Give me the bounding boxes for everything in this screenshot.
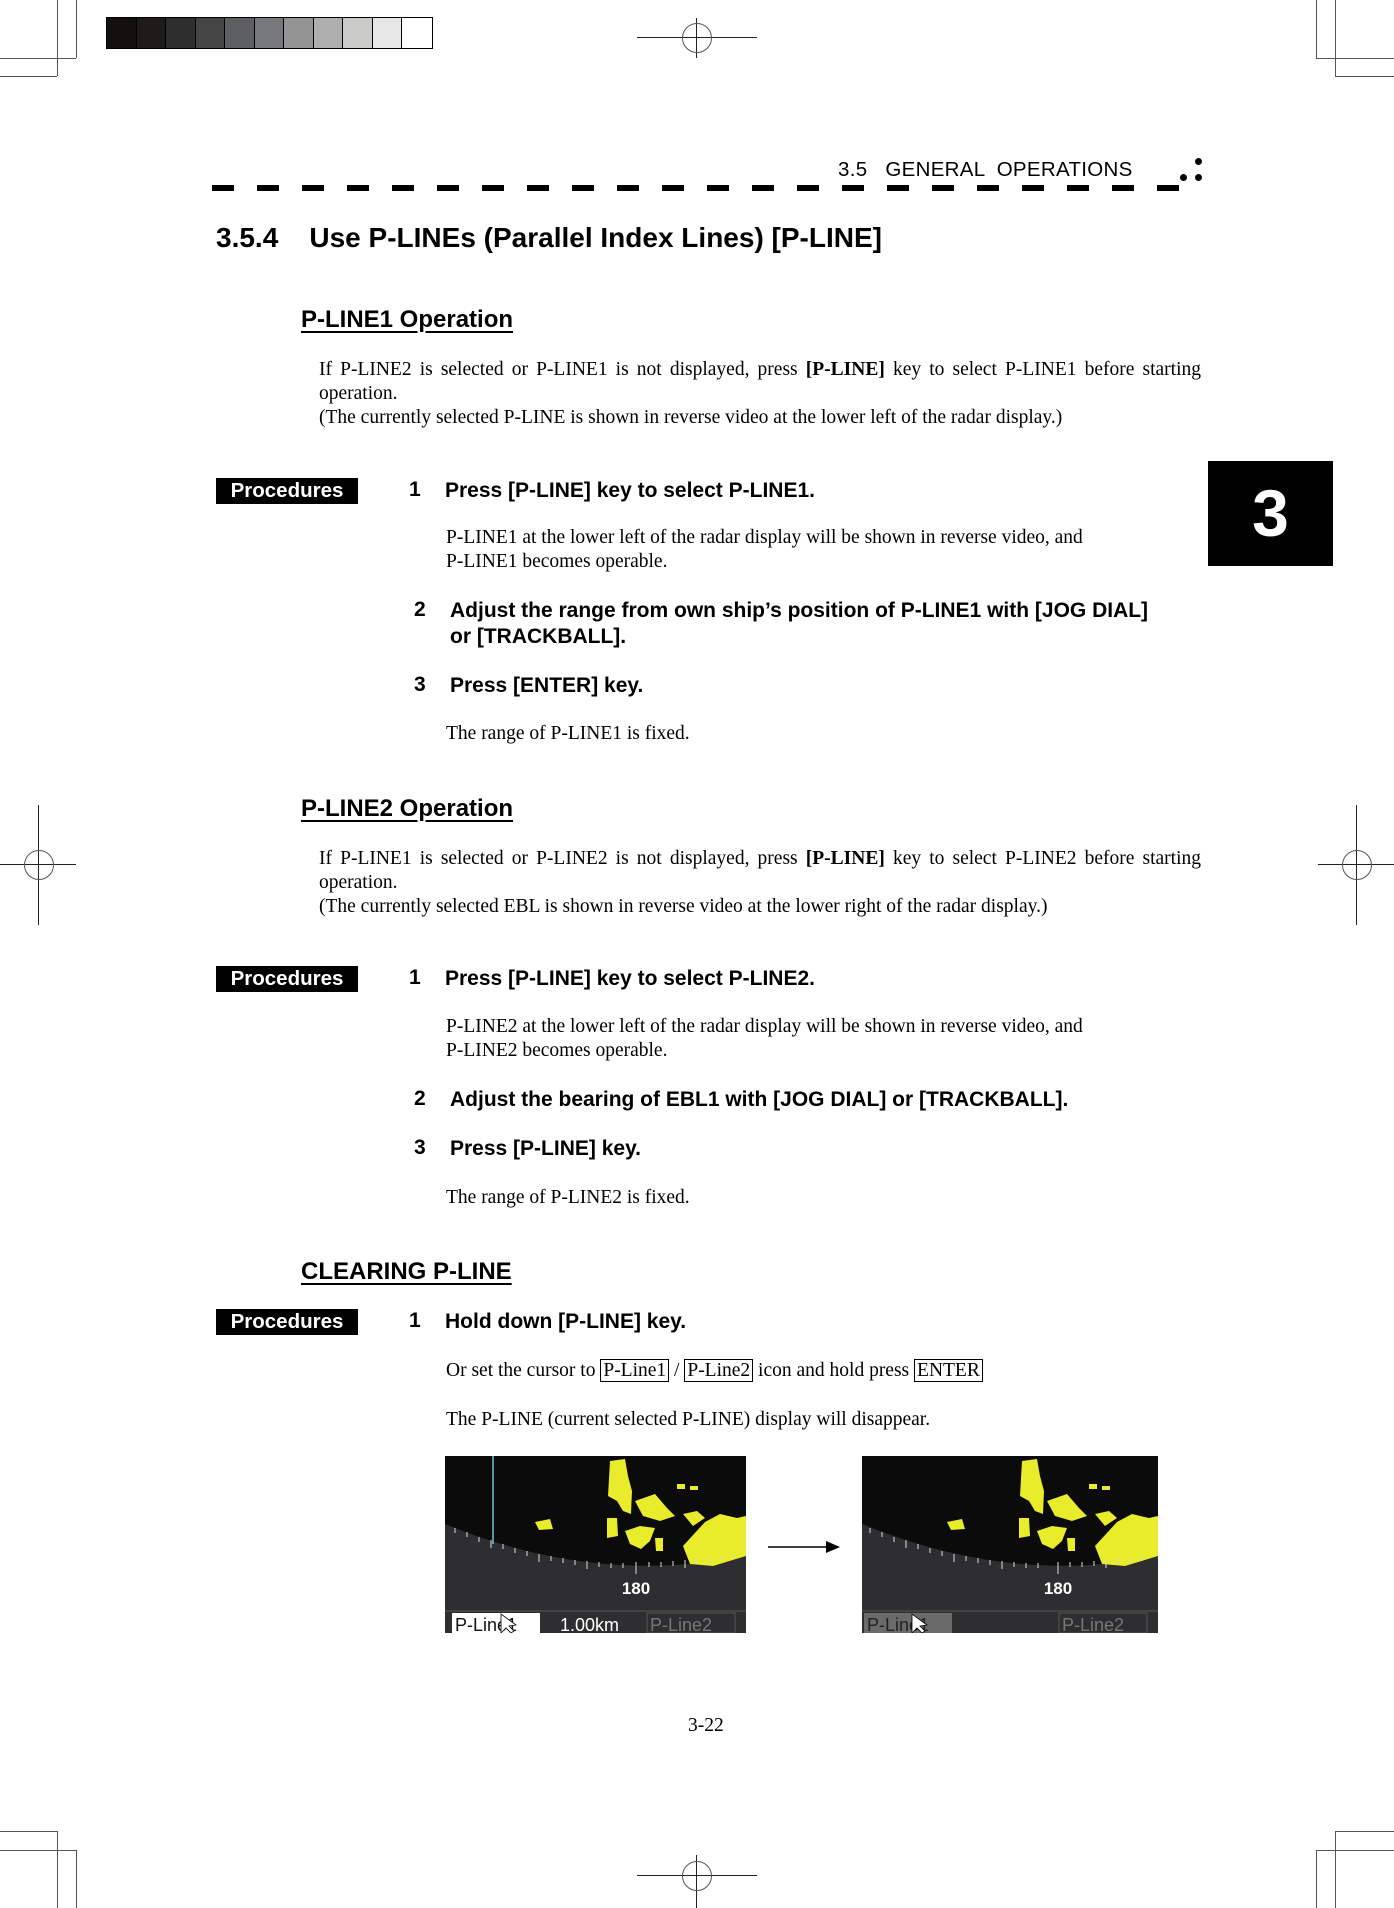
pline1-icon-ref: P-Line1 [600, 1359, 670, 1382]
step-number: 1 [409, 1309, 421, 1332]
procedures-badge: Procedures [216, 1309, 358, 1335]
step-description: P-LINE2 at the lower left of the radar d… [446, 1015, 1083, 1063]
radar-figure-after: 180 P-Line1 P-Line2 [862, 1456, 1158, 1633]
header-ornament-dot [1180, 174, 1187, 181]
key-name: [P-LINE] [805, 359, 885, 380]
step-description: The range of P-LINE1 is fixed. [446, 723, 690, 744]
crop-mark [0, 76, 57, 77]
header-ornament-dot [1195, 174, 1202, 181]
crop-mark [76, 1850, 77, 1908]
step-description: P-LINE1 at the lower left of the radar d… [446, 526, 1083, 574]
step-number: 3 [414, 1136, 426, 1159]
chapter-tab: 3 [1208, 461, 1333, 566]
crop-mark [1335, 1831, 1336, 1908]
desc-line: P-LINE1 at the lower left of the radar d… [446, 527, 1083, 548]
clearing-alternative: Or set the cursor to P-Line1 / P-Line2 i… [446, 1359, 983, 1383]
pline1-intro: If P-LINE2 is selected or P-LINE1 is not… [319, 358, 1201, 430]
header-ornament-dot [1195, 158, 1202, 165]
step-number: 2 [414, 1087, 426, 1110]
registration-mark-left [0, 805, 76, 925]
key-name: [P-LINE] [805, 848, 885, 869]
intro-note: (The currently selected EBL is shown in … [319, 896, 1048, 917]
step-description: The range of P-LINE2 is fixed. [446, 1187, 690, 1208]
section-title: 3.5.4 Use P-LINEs (Parallel Index Lines)… [216, 222, 882, 253]
alt-text: / [669, 1360, 685, 1381]
bearing-label: 180 [1044, 1579, 1072, 1598]
procedures-badge: Procedures [216, 966, 358, 992]
crop-mark [57, 0, 58, 76]
right-arrow-icon [768, 1541, 840, 1553]
page-number: 3-22 [688, 1715, 724, 1736]
crop-mark [1335, 0, 1336, 76]
step-number: 3 [414, 673, 426, 696]
step-instruction: Press [ENTER] key. [450, 674, 644, 697]
radar-screen: 180 P-Line1 1.00km P-Line2 [445, 1456, 746, 1633]
pline2-heading: P-LINE2 Operation [301, 795, 514, 822]
registration-mark-top [637, 18, 757, 58]
crop-mark [1316, 0, 1317, 58]
intro-text: If P-LINE1 is selected or P-LINE2 is not… [319, 848, 806, 869]
desc-line: P-LINE2 becomes operable. [446, 1040, 668, 1061]
crop-mark [0, 1850, 76, 1851]
step-number: 2 [414, 598, 426, 621]
crop-mark [1316, 1850, 1317, 1908]
step-instruction: Press [P-LINE] key. [450, 1137, 642, 1160]
grayscale-calibration-bar [106, 17, 433, 49]
step-instruction: Hold down [P-LINE] key. [445, 1310, 687, 1333]
alt-text: Or set the cursor to [446, 1360, 601, 1381]
registration-mark-bottom [637, 1855, 757, 1908]
crop-mark [1316, 58, 1394, 59]
pline2-label: P-Line2 [1062, 1615, 1124, 1633]
step-instruction: Adjust the range from own ship’s positio… [450, 598, 1148, 650]
step-line: or [TRACKBALL]. [450, 625, 627, 648]
crop-mark [1335, 76, 1394, 77]
step-instruction: Adjust the bearing of EBL1 with [JOG DIA… [450, 1088, 1069, 1111]
desc-line: P-LINE2 at the lower left of the radar d… [446, 1016, 1083, 1037]
step-instruction: Press [P-LINE] key to select P-LINE2. [445, 967, 815, 990]
pline2-label: P-Line2 [650, 1615, 712, 1633]
clearing-result: The P-LINE (current selected P-LINE) dis… [446, 1409, 931, 1430]
radar-screen: 180 P-Line1 P-Line2 [862, 1456, 1158, 1633]
alt-text: icon and hold press [753, 1360, 915, 1381]
crop-mark [0, 58, 76, 59]
crop-mark [0, 1831, 57, 1832]
step-line: Adjust the range from own ship’s positio… [450, 599, 1149, 622]
registration-mark-right [1318, 805, 1394, 925]
intro-text: If P-LINE2 is selected or P-LINE1 is not… [319, 359, 806, 380]
crop-mark [76, 0, 77, 58]
crop-mark [1316, 1850, 1394, 1851]
step-number: 1 [409, 966, 421, 989]
range-value: 1.00km [560, 1615, 619, 1633]
step-number: 1 [409, 478, 421, 501]
pline2-icon-ref: P-Line2 [684, 1359, 754, 1382]
procedures-badge: Procedures [216, 478, 358, 504]
enter-key-ref: ENTER [914, 1359, 983, 1382]
intro-note: (The currently selected P-LINE is shown … [319, 407, 1063, 428]
running-header: 3.5 GENERAL OPERATIONS [838, 158, 1133, 181]
pline1-heading: P-LINE1 Operation [301, 306, 514, 333]
header-dashed-rule [212, 185, 1202, 191]
radar-figure-before: 180 P-Line1 1.00km P-Line2 [445, 1456, 746, 1633]
crop-mark [1335, 1831, 1394, 1832]
pline2-intro: If P-LINE1 is selected or P-LINE2 is not… [319, 847, 1201, 919]
bearing-label: 180 [622, 1579, 650, 1598]
step-instruction: Press [P-LINE] key to select P-LINE1. [445, 479, 815, 502]
clearing-heading: CLEARING P-LINE [301, 1258, 512, 1285]
desc-line: P-LINE1 becomes operable. [446, 551, 668, 572]
crop-mark [57, 1831, 58, 1908]
